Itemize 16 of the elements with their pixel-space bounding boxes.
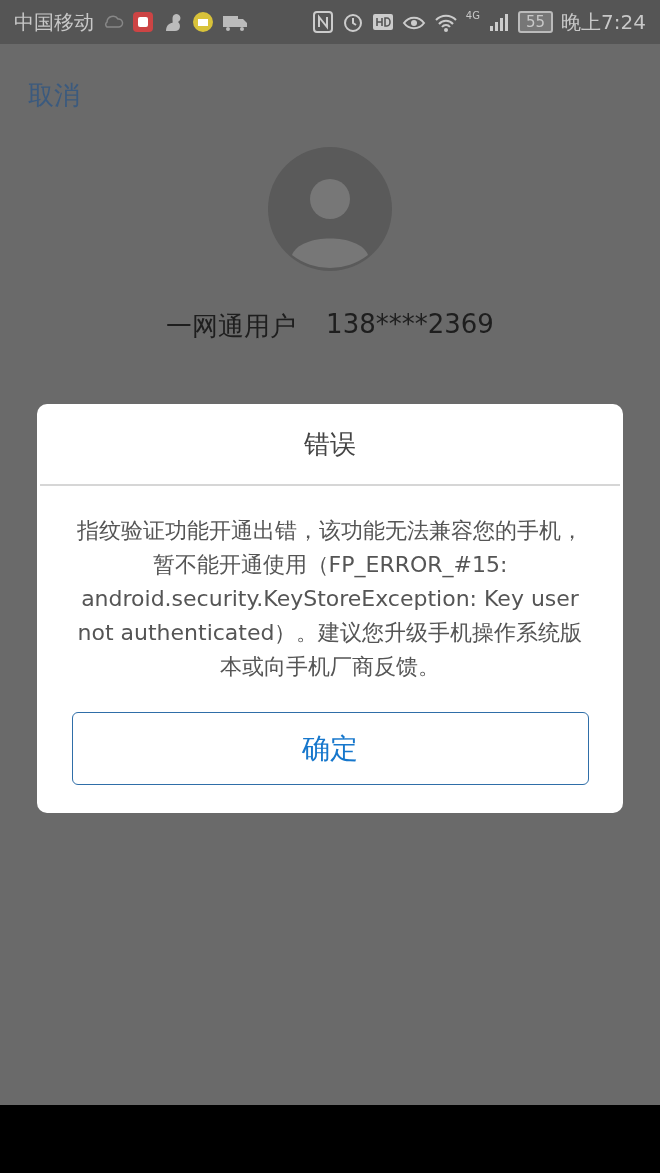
alarm-icon <box>341 11 364 33</box>
mail-icon <box>192 11 214 33</box>
nfc-icon <box>311 11 334 33</box>
carrier-name: 中国移动 <box>14 8 94 36</box>
avatar-icon <box>268 147 392 271</box>
phone-number: 138****2369 <box>326 309 494 341</box>
confirm-button[interactable]: 确定 <box>71 712 589 785</box>
dialog-title: 错误 <box>304 427 356 461</box>
user-name: 一网通用户 <box>166 310 297 343</box>
battery-level: 55 <box>518 11 554 33</box>
network-type: 4G <box>465 10 480 21</box>
hd-icon <box>371 11 394 33</box>
app-icon <box>132 11 154 33</box>
error-message: 指纹验证功能开通出错，该功能无法兼容您的手机，暂不能开通使用（FP_ERROR_#15: android.security.KeyStoreException: Key user not authenticated）。建议您升级手机操作系统版本或向手机厂商反馈。 <box>76 517 584 681</box>
signal-icon <box>488 11 510 33</box>
clock-time: 晚上7:24 <box>561 8 646 36</box>
